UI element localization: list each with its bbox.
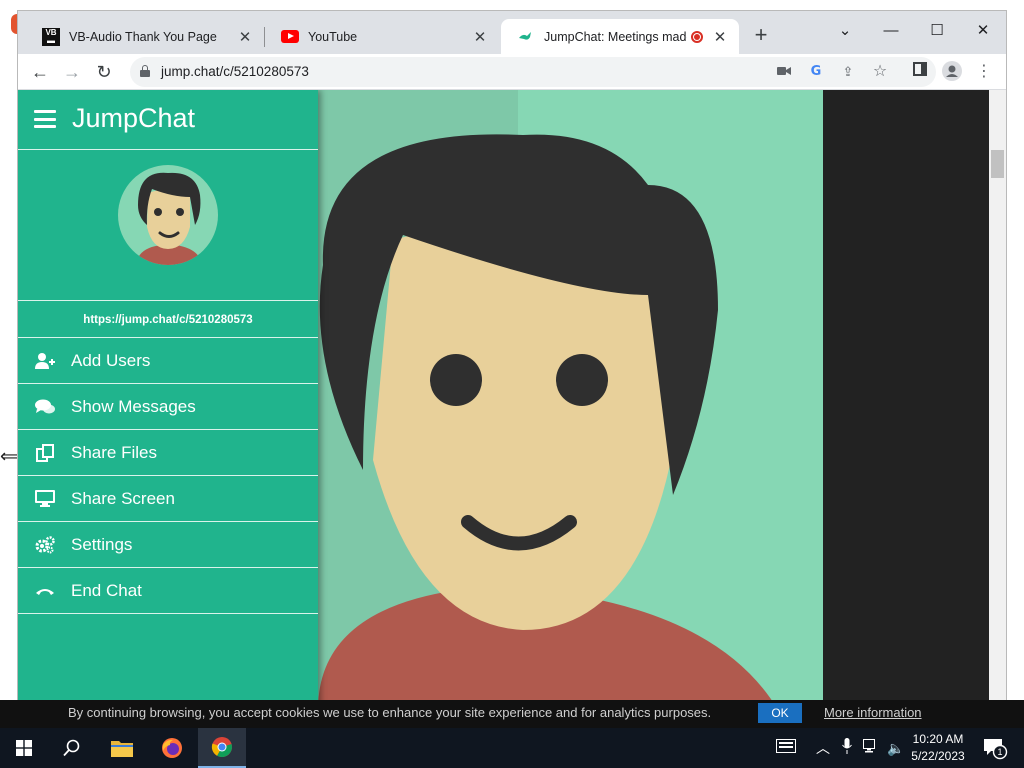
add-user-icon <box>35 351 55 371</box>
system-clock[interactable]: 10:20 AM 5/22/2023 <box>906 731 970 765</box>
side-panel-icon[interactable] <box>909 61 931 83</box>
hamburger-menu-icon[interactable] <box>34 110 56 128</box>
windows-logo-icon <box>16 740 32 756</box>
new-tab-button[interactable]: + <box>749 24 773 48</box>
user-avatar <box>118 165 218 265</box>
sidebar-item-label: Share Files <box>71 442 157 462</box>
tab-title: VB-Audio Thank You Page <box>69 29 217 44</box>
forward-button[interactable]: → <box>58 58 86 86</box>
notification-icon <box>984 739 1008 760</box>
volume-icon[interactable]: 🔈 <box>886 738 906 758</box>
browser-window: VB ▬ VB-Audio Thank You Page ✕ YouTube ✕ … <box>17 10 1007 710</box>
tab-title: JumpChat: Meetings made e <box>544 29 687 44</box>
clock-date: 5/22/2023 <box>911 749 965 763</box>
sidebar-item-settings[interactable]: Settings <box>18 522 318 568</box>
search-icon <box>63 739 80 757</box>
sidebar-item-add-users[interactable]: Add Users <box>18 338 318 384</box>
youtube-icon <box>281 28 299 46</box>
tab-youtube[interactable]: YouTube ✕ <box>265 19 499 54</box>
display-icon[interactable] <box>776 738 796 758</box>
reload-button[interactable]: ↻ <box>90 58 118 86</box>
tab-title: YouTube <box>308 29 358 44</box>
close-tab-icon[interactable]: ✕ <box>471 28 489 46</box>
network-icon[interactable] <box>862 738 882 758</box>
close-tab-icon[interactable]: ✕ <box>711 28 729 46</box>
sidebar-item-label: Share Screen <box>71 488 175 508</box>
lock-icon[interactable] <box>140 65 150 77</box>
page-scrollbar[interactable] <box>989 90 1006 709</box>
clock-time: 10:20 AM <box>912 732 964 746</box>
sidebar-item-label: End Chat <box>71 580 142 600</box>
start-button[interactable] <box>0 728 48 768</box>
brand-name: JumpChat <box>72 103 196 133</box>
sidebar-item-share-files[interactable]: Share Files <box>18 430 318 476</box>
sidebar-item-show-messages[interactable]: Show Messages <box>18 384 318 430</box>
room-link[interactable]: https://jump.chat/c/5210280573 <box>18 300 318 338</box>
action-center-button[interactable]: 1 <box>982 736 1008 760</box>
monitor-icon <box>35 489 55 509</box>
tab-strip: VB ▬ VB-Audio Thank You Page ✕ YouTube ✕ … <box>18 11 1006 54</box>
cookie-text: By continuing browsing, you accept cooki… <box>68 705 712 720</box>
back-button[interactable]: ← <box>26 58 54 86</box>
sidebar-menu: Add Users Show Messages Share Files Shar… <box>18 338 318 614</box>
sidebar-item-label: Show Messages <box>71 396 196 416</box>
search-button[interactable] <box>48 728 96 768</box>
windows-taskbar: ︿ 🔈 10:20 AM 5/22/2023 1 <box>0 728 1024 768</box>
files-icon <box>35 443 55 463</box>
cookie-banner: By continuing browsing, you accept cooki… <box>0 700 1024 728</box>
profile-avatar-icon[interactable] <box>941 61 963 83</box>
vb-audio-icon: VB ▬ <box>42 27 60 46</box>
firefox-button[interactable] <box>148 728 196 768</box>
notification-count: 1 <box>997 747 1003 757</box>
maximize-button[interactable]: ☐ <box>914 17 960 45</box>
jumpchat-icon <box>517 28 535 46</box>
firefox-icon <box>162 738 182 758</box>
sidebar-item-label: Add Users <box>71 350 151 370</box>
file-explorer-button[interactable] <box>98 728 146 768</box>
folder-icon <box>111 741 133 757</box>
camera-icon[interactable] <box>774 62 794 82</box>
address-bar[interactable]: jump.chat/c/5210280573 G ⇪ ☆ <box>130 57 936 87</box>
hang-up-icon <box>35 581 55 601</box>
tab-jumpchat[interactable]: JumpChat: Meetings made e ✕ <box>501 19 739 54</box>
address-url[interactable]: jump.chat/c/5210280573 <box>161 64 309 79</box>
sidebar-item-label: Settings <box>71 534 133 554</box>
page-viewport: JumpChat https://jump.chat/c/5210280573 … <box>18 90 1006 709</box>
bookmark-star-icon[interactable]: ☆ <box>870 62 890 82</box>
google-translate-icon[interactable]: G <box>806 62 826 82</box>
scrollbar-thumb[interactable] <box>991 150 1004 178</box>
chrome-icon <box>211 737 232 758</box>
recording-icon <box>691 30 703 43</box>
share-icon[interactable]: ⇪ <box>838 62 858 82</box>
browser-toolbar: ← → ↻ jump.chat/c/5210280573 G ⇪ ☆ ⋮ <box>18 54 1006 90</box>
sidebar-item-end-chat[interactable]: End Chat <box>18 568 318 614</box>
chevron-up-icon[interactable]: ︿ <box>813 738 833 758</box>
sidebar-header: JumpChat <box>18 90 318 150</box>
jumpchat-sidebar: JumpChat https://jump.chat/c/5210280573 … <box>18 90 318 709</box>
close-window-button[interactable]: ✕ <box>960 17 1006 45</box>
sidebar-item-share-screen[interactable]: Share Screen <box>18 476 318 522</box>
menu-kebab-icon[interactable]: ⋮ <box>973 61 995 83</box>
close-tab-icon[interactable]: ✕ <box>236 28 254 46</box>
chat-bubbles-icon <box>35 397 55 417</box>
tab-search-icon[interactable]: ⌄ <box>822 17 868 45</box>
cookie-ok-button[interactable]: OK <box>758 703 802 723</box>
chrome-button[interactable] <box>198 728 246 768</box>
microphone-icon[interactable] <box>837 738 857 758</box>
tab-vb-audio[interactable]: VB ▬ VB-Audio Thank You Page ✕ <box>26 19 264 54</box>
gears-icon <box>35 535 55 555</box>
minimize-button[interactable]: — <box>868 17 914 45</box>
cookie-more-info-link[interactable]: More information <box>824 705 922 720</box>
